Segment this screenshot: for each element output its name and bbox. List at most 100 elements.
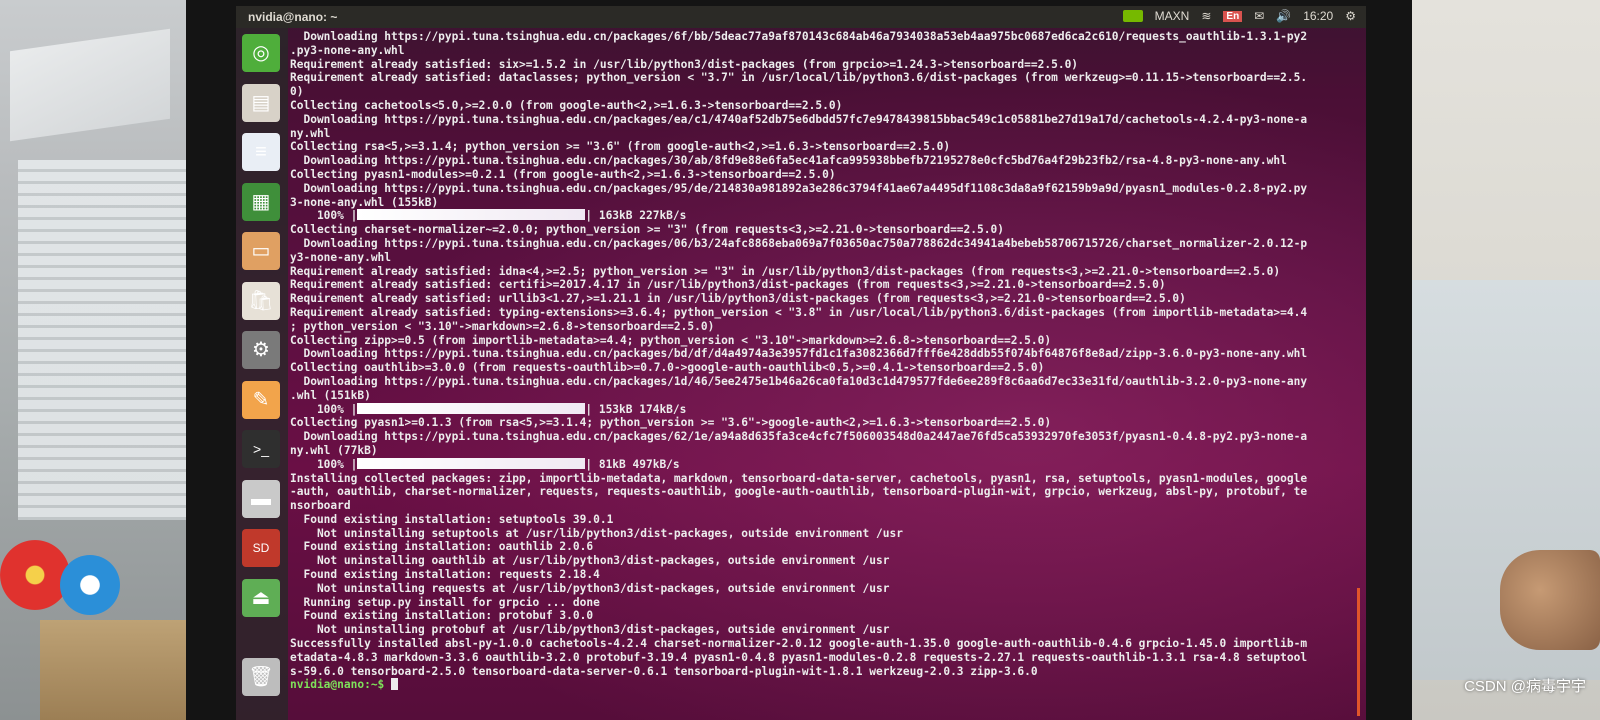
speaker-icon[interactable]: 🔊 (1276, 9, 1291, 23)
terminal-line: Requirement already satisfied: urllib3<1… (290, 292, 1186, 306)
terminal-line: .py3-none-any.whl (290, 43, 405, 57)
window-title: nvidia@nano: ~ (248, 10, 338, 24)
keyboard-lang-icon[interactable]: En (1223, 10, 1243, 22)
terminal-scrollbar[interactable] (1357, 588, 1360, 716)
usb-drive-icon-glyph: ⏏ (251, 586, 271, 609)
terminal-line: Not uninstalling setuptools at /usr/lib/… (290, 526, 903, 540)
terminal-line: Requirement already satisfied: dataclass… (290, 71, 1308, 85)
terminal-line: nsorboard (290, 499, 351, 513)
terminal-line: Requirement already satisfied: idna<4,>=… (290, 264, 1281, 278)
terminal-line: Not uninstalling protobuf at /usr/lib/py… (290, 623, 890, 637)
terminal-line: Successfully installed absl-py-1.0.0 cac… (290, 637, 1308, 651)
drive-icon[interactable]: ▬ (242, 479, 280, 518)
system-settings-icon-glyph: ⚙ (252, 339, 270, 361)
terminal-line: Collecting zipp>=0.5 (from importlib-met… (290, 333, 1052, 347)
text-editor-icon[interactable]: ✎ (242, 380, 280, 419)
terminal-line: Collecting oauthlib>=3.0.0 (from request… (290, 361, 1045, 375)
writer-icon-glyph: ≡ (255, 141, 267, 163)
terminal-line: Found existing installation: requests 2.… (290, 568, 600, 582)
top-panel: nvidia@nano: ~ MAXN ≋ En ✉ 🔊 16:20 ⚙ (236, 6, 1366, 28)
clock[interactable]: 16:20 (1303, 9, 1333, 23)
sd-card-icon[interactable]: SD (242, 529, 280, 567)
impress-icon[interactable]: ▭ (242, 232, 280, 270)
progress-bar (357, 402, 586, 414)
terminal-line: 0) (290, 85, 304, 99)
software-center-icon[interactable]: 🛍 (242, 281, 280, 320)
terminal-icon[interactable]: >_ (242, 430, 280, 468)
power-mode-label[interactable]: MAXN (1155, 9, 1190, 23)
terminal-line: Collecting pyasn1-modules>=0.2.1 (from g… (290, 167, 836, 181)
progress-percent: 100% | (290, 457, 358, 471)
text-cursor (391, 678, 399, 691)
watermark: CSDN @病毒宇宇 (1464, 678, 1586, 695)
terminal-line: ; python_version < "3.10"->markdown>=2.6… (290, 319, 715, 333)
terminal-line: 100% | | 153kB 174kB/s (290, 402, 1360, 417)
terminal-icon-glyph: >_ (253, 441, 269, 457)
progress-bar (357, 209, 586, 221)
nvidia-icon[interactable] (1122, 10, 1143, 22)
unity-launcher: ◎ ▤ ≡ ▦ ▭ 🛍 ⚙ ✎ >_ ▬ SD ⏏ 🗑 (236, 28, 288, 720)
prompt-line[interactable]: nvidia@nano:~$ (290, 678, 1360, 692)
terminal-line: -auth, oauthlib, charset-normalizer, req… (290, 485, 1308, 499)
terminal-line: Found existing installation: protobuf 3.… (290, 609, 594, 623)
system-settings-icon[interactable]: ⚙ (242, 331, 280, 369)
calc-icon-glyph: ▦ (251, 190, 271, 213)
shell-prompt: nvidia@nano:~$ (290, 678, 392, 692)
background-mug (1500, 550, 1600, 650)
terminal-line: Downloading https://pypi.tuna.tsinghua.e… (290, 30, 1308, 43)
mail-icon[interactable]: ✉ (1254, 9, 1264, 23)
terminal-line: Running setup.py install for grpcio ... … (290, 595, 600, 609)
terminal-line: Found existing installation: setuptools … (290, 512, 614, 526)
terminal-line: Collecting rsa<5,>=3.1.4; python_version… (290, 140, 951, 154)
terminal-line: Requirement already satisfied: six>=1.5.… (290, 57, 1079, 71)
terminal-line: Downloading https://pypi.tuna.tsinghua.e… (290, 112, 1308, 126)
trash-icon[interactable]: 🗑 (242, 658, 280, 696)
files-icon-glyph: ▤ (251, 91, 271, 114)
dash-icon-glyph: ◎ (252, 42, 270, 64)
terminal-line: Collecting charset-normalizer~=2.0.0; py… (290, 223, 1004, 237)
sd-card-icon-glyph: SD (252, 541, 270, 555)
terminal-line: s-59.6.0 tensorboard-2.5.0 tensorboard-d… (290, 664, 1038, 678)
impress-icon-glyph: ▭ (251, 240, 271, 262)
terminal-line: Not uninstalling requests at /usr/lib/py… (290, 581, 890, 595)
terminal-line: Not uninstalling oauthlib at /usr/lib/py… (290, 554, 890, 568)
trash-icon-glyph: 🗑 (248, 666, 274, 688)
drive-icon-glyph: ▬ (251, 487, 271, 510)
progress-percent: 100% | (290, 402, 358, 416)
terminal-output[interactable]: Downloading https://pypi.tuna.tsinghua.e… (290, 30, 1360, 692)
terminal-line: Requirement already satisfied: certifi>=… (290, 278, 1166, 292)
terminal-line: Downloading https://pypi.tuna.tsinghua.e… (290, 236, 1308, 250)
progress-bar (357, 457, 586, 469)
progress-percent: 100% | (290, 209, 358, 223)
gear-icon[interactable]: ⚙ (1345, 9, 1356, 23)
terminal-line: Downloading https://pypi.tuna.tsinghua.e… (290, 154, 1287, 168)
writer-icon[interactable]: ≡ (242, 133, 280, 171)
progress-stats: | 153kB 174kB/s (585, 402, 687, 416)
terminal-line: Downloading https://pypi.tuna.tsinghua.e… (290, 181, 1308, 195)
progress-stats: | 163kB 227kB/s (585, 209, 687, 223)
terminal-line: Downloading https://pypi.tuna.tsinghua.e… (290, 374, 1308, 388)
wifi-icon[interactable]: ≋ (1201, 9, 1211, 23)
desk-items (40, 620, 190, 720)
window-blind (18, 160, 188, 520)
terminal-line: 3-none-any.whl (155kB) (290, 195, 439, 209)
progress-stats: | 81kB 497kB/s (585, 457, 680, 471)
terminal-line: 100% | | 163kB 227kB/s (290, 209, 1360, 223)
terminal-line: y3-none-any.whl (290, 250, 392, 264)
terminal-line: Downloading https://pypi.tuna.tsinghua.e… (290, 347, 1308, 361)
terminal-line: Collecting cachetools<5.0,>=2.0.0 (from … (290, 98, 843, 112)
terminal-line: Found existing installation: oauthlib 2.… (290, 540, 594, 554)
terminal-line: ny.whl (77kB) (290, 443, 378, 457)
terminal-line: Requirement already satisfied: typing-ex… (290, 305, 1308, 319)
usb-drive-icon[interactable]: ⏏ (242, 578, 280, 617)
decorative-toy (60, 555, 120, 615)
terminal-line: ny.whl (290, 126, 331, 140)
calc-icon[interactable]: ▦ (242, 182, 280, 221)
terminal-line: Installing collected packages: zipp, imp… (290, 471, 1308, 485)
system-tray: MAXN ≋ En ✉ 🔊 16:20 ⚙ (1122, 9, 1356, 23)
terminal-line: .whl (151kB) (290, 388, 371, 402)
dash-icon[interactable]: ◎ (242, 34, 280, 72)
files-icon[interactable]: ▤ (242, 83, 280, 122)
software-center-icon-glyph: 🛍 (248, 289, 274, 312)
terminal-line: etadata-4.8.3 markdown-3.3.6 oauthlib-3.… (290, 650, 1308, 664)
